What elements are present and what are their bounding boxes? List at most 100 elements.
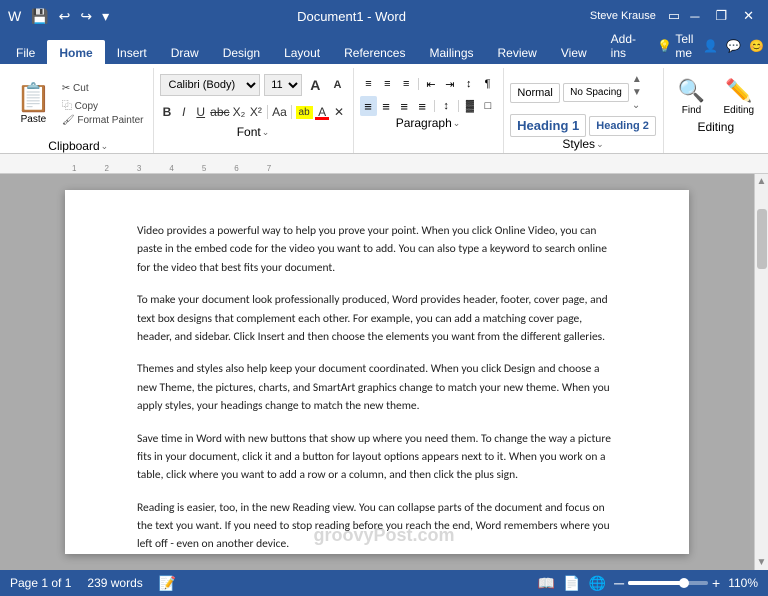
clipboard-label-row: Clipboard ⌄ [48,139,108,153]
emoji-icon[interactable]: 😊 [749,39,764,53]
paragraph-group: ≡ ≡ ≡ ⇤ ⇥ ↕ ¶ ≡ ≡ ≡ ≡ ↕ ▓ □ Para [354,68,504,153]
clear-formatting-button[interactable]: ✕ [332,101,347,123]
clipboard-label: Clipboard [48,139,99,153]
ribbon-display-button[interactable]: ▭ [668,8,680,24]
styles-scroll-up[interactable]: ▲ [632,74,642,85]
styles-label-row: Styles ⌄ [562,137,603,151]
tab-review[interactable]: Review [486,40,549,64]
borders-button[interactable]: □ [479,96,496,116]
styles-expand-btn[interactable]: ⌄ [596,139,604,150]
strikethrough-button[interactable]: abc [210,101,229,123]
subscript-button[interactable]: X₂ [232,101,247,123]
ruler-marks: 1 2 3 4 5 6 7 [72,154,696,173]
tell-me-input[interactable]: 💡 Tell me [657,32,695,60]
increase-indent-button[interactable]: ⇥ [441,74,459,94]
superscript-button[interactable]: X² [248,101,263,123]
paragraph-controls: ≡ ≡ ≡ ⇤ ⇥ ↕ ¶ ≡ ≡ ≡ ≡ ↕ ▓ □ [360,70,497,116]
comments-icon[interactable]: 💬 [726,39,741,53]
tab-view[interactable]: View [549,40,599,64]
zoom-control: ─ + 110% [614,575,758,591]
style-normal[interactable]: Normal [510,83,560,103]
font-color-button[interactable]: A [315,101,330,123]
sort-button[interactable]: ↕ [460,74,478,94]
multilevel-button[interactable]: ≡ [397,74,415,94]
tab-file[interactable]: File [4,40,47,64]
font-controls: Calibri (Body) 11 A A B I U abc X₂ X² Aa [160,70,347,125]
decrease-font-size[interactable]: A [328,74,346,96]
bold-button[interactable]: B [160,101,175,123]
font-top-row: Calibri (Body) 11 A A [160,74,347,96]
align-center-button[interactable]: ≡ [378,96,395,116]
decrease-indent-button[interactable]: ⇤ [422,74,440,94]
document-page[interactable]: Video provides a powerful way to help yo… [65,190,689,554]
align-right-button[interactable]: ≡ [396,96,413,116]
scroll-up-button[interactable]: ▲ [755,174,768,189]
undo-button[interactable]: ↩ [55,6,75,27]
tab-mailings[interactable]: Mailings [417,40,485,64]
scroll-down-button[interactable]: ▼ [755,555,768,570]
numbering-button[interactable]: ≡ [378,74,396,94]
tab-layout[interactable]: Layout [272,40,332,64]
line-spacing-button[interactable]: ↕ [438,96,455,116]
paste-button[interactable]: 📋 Paste [10,80,57,129]
copy-button[interactable]: ⿻ Copy [59,96,147,113]
change-case-button[interactable]: Aa [272,101,287,123]
redo-button[interactable]: ↪ [76,6,96,27]
zoom-level: 110% [728,576,758,590]
tab-home[interactable]: Home [47,40,104,64]
zoom-in-button[interactable]: + [712,575,720,591]
styles-controls: Normal No Spacing ▲ ▼ ⌄ Heading 1 Headin… [510,70,656,137]
bullets-button[interactable]: ≡ [360,74,378,94]
tab-addins[interactable]: Add-ins [599,26,658,64]
increase-font-size[interactable]: A [306,74,324,96]
tab-insert[interactable]: Insert [105,40,159,64]
find-button[interactable]: 🔍 Find [670,74,714,120]
tab-design[interactable]: Design [211,40,272,64]
text-highlight-button[interactable]: ab [296,101,313,123]
paragraph-expand[interactable]: ⌄ [453,118,461,129]
show-para-button[interactable]: ¶ [479,74,497,94]
print-layout-button[interactable]: 📄 [563,575,580,592]
proofing-icon[interactable]: 📝 [159,575,176,592]
styles-label: Styles [562,137,595,151]
italic-button[interactable]: I [176,101,191,123]
web-layout-button[interactable]: 🌐 [589,575,606,592]
document-container[interactable]: Video provides a powerful way to help yo… [0,174,754,570]
editing-button[interactable]: ✏️ Editing [716,74,763,120]
style-heading1[interactable]: Heading 1 [510,114,586,137]
font-size-select[interactable]: 11 [264,74,302,96]
align-left-button[interactable]: ≡ [360,96,377,116]
format-painter-button[interactable]: 🖌 Format Painter [59,114,147,127]
minimize-button[interactable]: ─ [684,7,705,26]
font-family-select[interactable]: Calibri (Body) [160,74,261,96]
styles-gallery-2: Heading 1 Heading 2 [510,114,656,137]
styles-expand[interactable]: ⌄ [632,100,642,111]
styles-scroll-down[interactable]: ▼ [632,87,642,98]
tab-draw[interactable]: Draw [159,40,211,64]
style-heading2[interactable]: Heading 2 [589,116,656,136]
clipboard-expand[interactable]: ⌄ [101,141,109,152]
shading-button[interactable]: ▓ [461,96,478,116]
style-no-spacing[interactable]: No Spacing [563,83,629,102]
vertical-scrollbar[interactable]: ▲ ▼ [754,174,768,570]
editing-group: 🔍 Find ✏️ Editing Editing [664,68,768,153]
justify-button[interactable]: ≡ [414,96,431,116]
account-icon[interactable]: 👤 [703,39,718,53]
font-expand[interactable]: ⌄ [262,127,270,138]
user-name: Steve Krause [590,10,656,22]
cut-button[interactable]: ✂ Cut [59,82,147,95]
read-mode-button[interactable]: 📖 [538,575,555,592]
word-count: 239 words [87,576,142,590]
restore-button[interactable]: ❐ [709,6,733,26]
customize-qat[interactable]: ▾ [98,6,113,27]
close-button[interactable]: ✕ [737,6,760,26]
zoom-slider-thumb[interactable] [679,578,689,588]
underline-button[interactable]: U [193,101,208,123]
title-bar-controls: Steve Krause ▭ ─ ❐ ✕ [590,6,760,26]
scrollbar-thumb[interactable] [757,209,767,269]
zoom-out-button[interactable]: ─ [614,575,624,591]
zoom-slider[interactable] [628,581,708,585]
save-button[interactable]: 💾 [27,6,52,27]
paragraph-4: Save time in Word with new buttons that … [137,430,617,485]
tab-references[interactable]: References [332,40,417,64]
